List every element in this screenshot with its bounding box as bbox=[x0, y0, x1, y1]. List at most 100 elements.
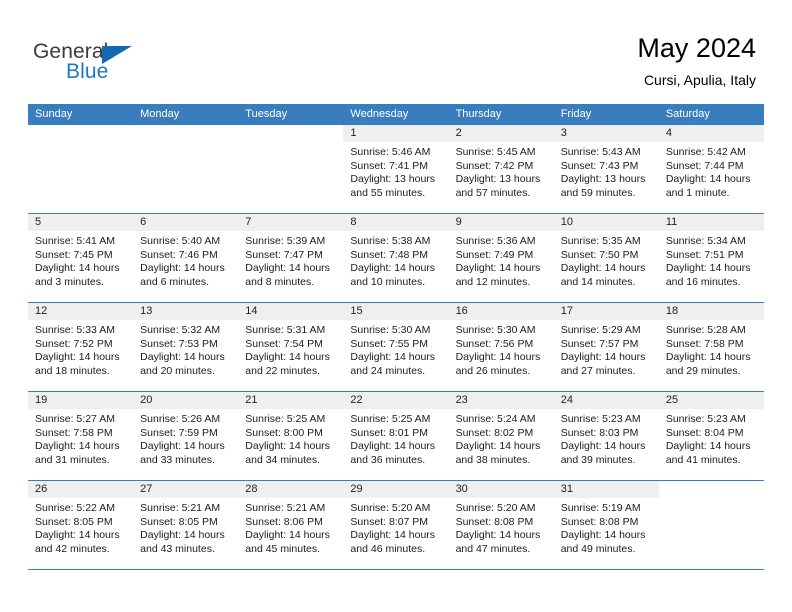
daylight-duration-line1: Daylight: 14 hours bbox=[350, 262, 436, 275]
sunset-time: Sunset: 8:08 PM bbox=[455, 515, 534, 528]
day-number: 13 bbox=[133, 303, 239, 320]
daylight-duration-line1: Daylight: 14 hours bbox=[455, 351, 541, 364]
sunset-time: Sunset: 8:08 PM bbox=[560, 515, 639, 528]
general-blue-logo[interactable]: General Blue bbox=[33, 40, 163, 88]
calendar-day-cell[interactable]: 18 Sunrise: 5:28 AM Sunset: 7:58 PM Dayligh… bbox=[658, 303, 764, 391]
sunset-time: Sunset: 7:53 PM bbox=[140, 337, 218, 350]
calendar-day-cell[interactable]: 4 Sunrise: 5:42 AM Sunset: 7:44 PM Daylight… bbox=[658, 125, 764, 213]
day-details: Sunrise: 5:23 AM Sunset: 8:03 PM Daylight:… bbox=[554, 409, 659, 467]
calendar-day-cell[interactable]: 16 Sunrise: 5:30 AM Sunset: 7:56 PM Dayligh… bbox=[448, 303, 554, 391]
daylight-duration-line1: Daylight: 14 hours bbox=[350, 529, 436, 542]
sunset-time: Sunset: 7:46 PM bbox=[140, 248, 218, 261]
day-details: Sunrise: 5:31 AM Sunset: 7:54 PM Daylight:… bbox=[238, 320, 343, 378]
daylight-duration-line1: Daylight: 13 hours bbox=[350, 173, 436, 186]
daylight-duration-line1: Daylight: 14 hours bbox=[140, 262, 225, 275]
calendar-day-cell[interactable]: 21 Sunrise: 5:25 AM Sunset: 8:00 PM Dayligh… bbox=[238, 392, 344, 480]
day-details: Sunrise: 5:34 AM Sunset: 7:51 PM Daylight:… bbox=[659, 231, 764, 289]
day-details: Sunrise: 5:39 AM Sunset: 7:47 PM Daylight:… bbox=[238, 231, 343, 289]
day-number bbox=[133, 125, 239, 142]
day-details: Sunrise: 5:23 AM Sunset: 8:04 PM Daylight:… bbox=[659, 409, 764, 467]
calendar-day-cell[interactable]: 12 Sunrise: 5:33 AM Sunset: 7:52 PM Dayligh… bbox=[28, 303, 134, 391]
day-number: 24 bbox=[553, 392, 659, 409]
calendar-day-cell[interactable]: 19 Sunrise: 5:27 AM Sunset: 7:58 PM Dayligh… bbox=[28, 392, 134, 480]
day-number: 16 bbox=[448, 303, 554, 320]
daylight-duration-line1: Daylight: 13 hours bbox=[455, 173, 541, 186]
daylight-duration-line2: and 27 minutes. bbox=[560, 364, 636, 377]
day-details: Sunrise: 5:36 AM Sunset: 7:49 PM Daylight:… bbox=[449, 231, 554, 289]
calendar-day-cell[interactable]: 8 Sunrise: 5:38 AM Sunset: 7:48 PM Daylight… bbox=[343, 214, 449, 302]
day-details: Sunrise: 5:24 AM Sunset: 8:02 PM Daylight:… bbox=[449, 409, 554, 467]
calendar-day-cell[interactable]: 3 Sunrise: 5:43 AM Sunset: 7:43 PM Daylight… bbox=[553, 125, 659, 213]
sunrise-time: Sunrise: 5:27 AM bbox=[35, 413, 115, 425]
daylight-duration-line1: Daylight: 14 hours bbox=[140, 440, 225, 453]
sunrise-time: Sunrise: 5:35 AM bbox=[560, 235, 641, 247]
calendar-day-cell[interactable]: 26 Sunrise: 5:22 AM Sunset: 8:05 PM Dayligh… bbox=[28, 481, 134, 569]
calendar-day-cell[interactable]: 29 Sunrise: 5:20 AM Sunset: 8:07 PM Dayligh… bbox=[343, 481, 449, 569]
day-number: 9 bbox=[448, 214, 554, 231]
calendar-day-cell[interactable]: 7 Sunrise: 5:39 AM Sunset: 7:47 PM Daylight… bbox=[238, 214, 344, 302]
sunrise-time: Sunrise: 5:45 AM bbox=[455, 146, 536, 158]
calendar-weeks: 1 Sunrise: 5:46 AM Sunset: 7:41 PM Daylight… bbox=[28, 125, 764, 570]
calendar-day-cell[interactable]: 25 Sunrise: 5:23 AM Sunset: 8:04 PM Dayligh… bbox=[658, 392, 764, 480]
day-details: Sunrise: 5:21 AM Sunset: 8:06 PM Daylight:… bbox=[238, 498, 343, 556]
sunset-time: Sunset: 8:05 PM bbox=[35, 515, 113, 528]
calendar-day-cell[interactable]: 31 Sunrise: 5:19 AM Sunset: 8:08 PM Dayligh… bbox=[553, 481, 659, 569]
calendar-day-cell[interactable]: 15 Sunrise: 5:30 AM Sunset: 7:55 PM Dayligh… bbox=[343, 303, 449, 391]
daylight-duration-line2: and 22 minutes. bbox=[245, 364, 320, 377]
sunrise-time: Sunrise: 5:31 AM bbox=[245, 324, 326, 336]
sunset-time: Sunset: 7:50 PM bbox=[560, 248, 639, 261]
calendar-day-cell[interactable]: 28 Sunrise: 5:21 AM Sunset: 8:06 PM Dayligh… bbox=[238, 481, 344, 569]
daylight-duration-line2: and 16 minutes. bbox=[665, 275, 741, 288]
day-details: Sunrise: 5:35 AM Sunset: 7:50 PM Daylight:… bbox=[554, 231, 659, 289]
calendar-day-cell[interactable]: 6 Sunrise: 5:40 AM Sunset: 7:46 PM Daylight… bbox=[133, 214, 239, 302]
day-number bbox=[28, 125, 134, 142]
sunset-time: Sunset: 7:41 PM bbox=[350, 159, 429, 172]
calendar-week-row: 1 Sunrise: 5:46 AM Sunset: 7:41 PM Daylight… bbox=[28, 125, 764, 213]
daylight-duration-line1: Daylight: 14 hours bbox=[455, 529, 541, 542]
calendar-page: General Blue May 2024 Cursi, Apulia, Ita… bbox=[0, 0, 792, 612]
calendar-day-cell[interactable]: 2 Sunrise: 5:45 AM Sunset: 7:42 PM Daylight… bbox=[448, 125, 554, 213]
calendar-day-cell[interactable]: 27 Sunrise: 5:21 AM Sunset: 8:05 PM Dayligh… bbox=[133, 481, 239, 569]
calendar-day-cell[interactable]: 9 Sunrise: 5:36 AM Sunset: 7:49 PM Daylight… bbox=[448, 214, 554, 302]
calendar-day-cell[interactable]: 14 Sunrise: 5:31 AM Sunset: 7:54 PM Dayligh… bbox=[238, 303, 344, 391]
daylight-duration-line1: Daylight: 14 hours bbox=[350, 440, 436, 453]
calendar-day-cell[interactable]: 10 Sunrise: 5:35 AM Sunset: 7:50 PM Dayligh… bbox=[553, 214, 659, 302]
daylight-duration-line2: and 43 minutes. bbox=[140, 542, 215, 555]
calendar-day-cell[interactable]: 13 Sunrise: 5:32 AM Sunset: 7:53 PM Dayligh… bbox=[133, 303, 239, 391]
day-details: Sunrise: 5:33 AM Sunset: 7:52 PM Daylight:… bbox=[28, 320, 133, 378]
daylight-duration-line2: and 31 minutes. bbox=[35, 453, 110, 466]
weekday-header-friday: Friday bbox=[560, 108, 592, 120]
calendar-day-cell[interactable]: 11 Sunrise: 5:34 AM Sunset: 7:51 PM Dayligh… bbox=[658, 214, 764, 302]
day-number: 15 bbox=[343, 303, 449, 320]
sunset-time: Sunset: 8:04 PM bbox=[665, 426, 744, 439]
day-number: 20 bbox=[133, 392, 239, 409]
day-number: 21 bbox=[238, 392, 344, 409]
sunrise-time: Sunrise: 5:39 AM bbox=[245, 235, 326, 247]
day-number: 18 bbox=[658, 303, 764, 320]
calendar-day-cell[interactable]: 30 Sunrise: 5:20 AM Sunset: 8:08 PM Dayligh… bbox=[448, 481, 554, 569]
weekday-header-tuesday: Tuesday bbox=[245, 108, 288, 120]
calendar-day-cell[interactable]: 5 Sunrise: 5:41 AM Sunset: 7:45 PM Daylight… bbox=[28, 214, 134, 302]
daylight-duration-line1: Daylight: 14 hours bbox=[350, 351, 436, 364]
calendar-day-cell[interactable]: 1 Sunrise: 5:46 AM Sunset: 7:41 PM Daylight… bbox=[343, 125, 449, 213]
daylight-duration-line2: and 26 minutes. bbox=[455, 364, 531, 377]
daylight-duration-line1: Daylight: 14 hours bbox=[560, 529, 646, 542]
calendar-day-cell[interactable]: 17 Sunrise: 5:29 AM Sunset: 7:57 PM Dayligh… bbox=[553, 303, 659, 391]
page-title: May 2024 bbox=[637, 33, 756, 63]
calendar-day-cell[interactable]: 24 Sunrise: 5:23 AM Sunset: 8:03 PM Dayligh… bbox=[553, 392, 659, 480]
day-details: Sunrise: 5:19 AM Sunset: 8:08 PM Daylight:… bbox=[554, 498, 659, 556]
sunset-time: Sunset: 7:52 PM bbox=[35, 337, 113, 350]
daylight-duration-line1: Daylight: 14 hours bbox=[665, 440, 751, 453]
daylight-duration-line2: and 34 minutes. bbox=[245, 453, 320, 466]
calendar-day-cell[interactable]: 20 Sunrise: 5:26 AM Sunset: 7:59 PM Dayligh… bbox=[133, 392, 239, 480]
daylight-duration-line2: and 36 minutes. bbox=[350, 453, 426, 466]
calendar-day-cell[interactable]: 23 Sunrise: 5:24 AM Sunset: 8:02 PM Dayligh… bbox=[448, 392, 554, 480]
calendar-day-cell[interactable]: 22 Sunrise: 5:25 AM Sunset: 8:01 PM Dayligh… bbox=[343, 392, 449, 480]
day-number: 6 bbox=[133, 214, 239, 231]
sunrise-time: Sunrise: 5:28 AM bbox=[665, 324, 746, 336]
day-number: 31 bbox=[553, 481, 659, 498]
day-details: Sunrise: 5:22 AM Sunset: 8:05 PM Daylight:… bbox=[28, 498, 133, 556]
sunset-time: Sunset: 7:59 PM bbox=[140, 426, 218, 439]
daylight-duration-line2: and 41 minutes. bbox=[665, 453, 741, 466]
day-number: 29 bbox=[343, 481, 449, 498]
